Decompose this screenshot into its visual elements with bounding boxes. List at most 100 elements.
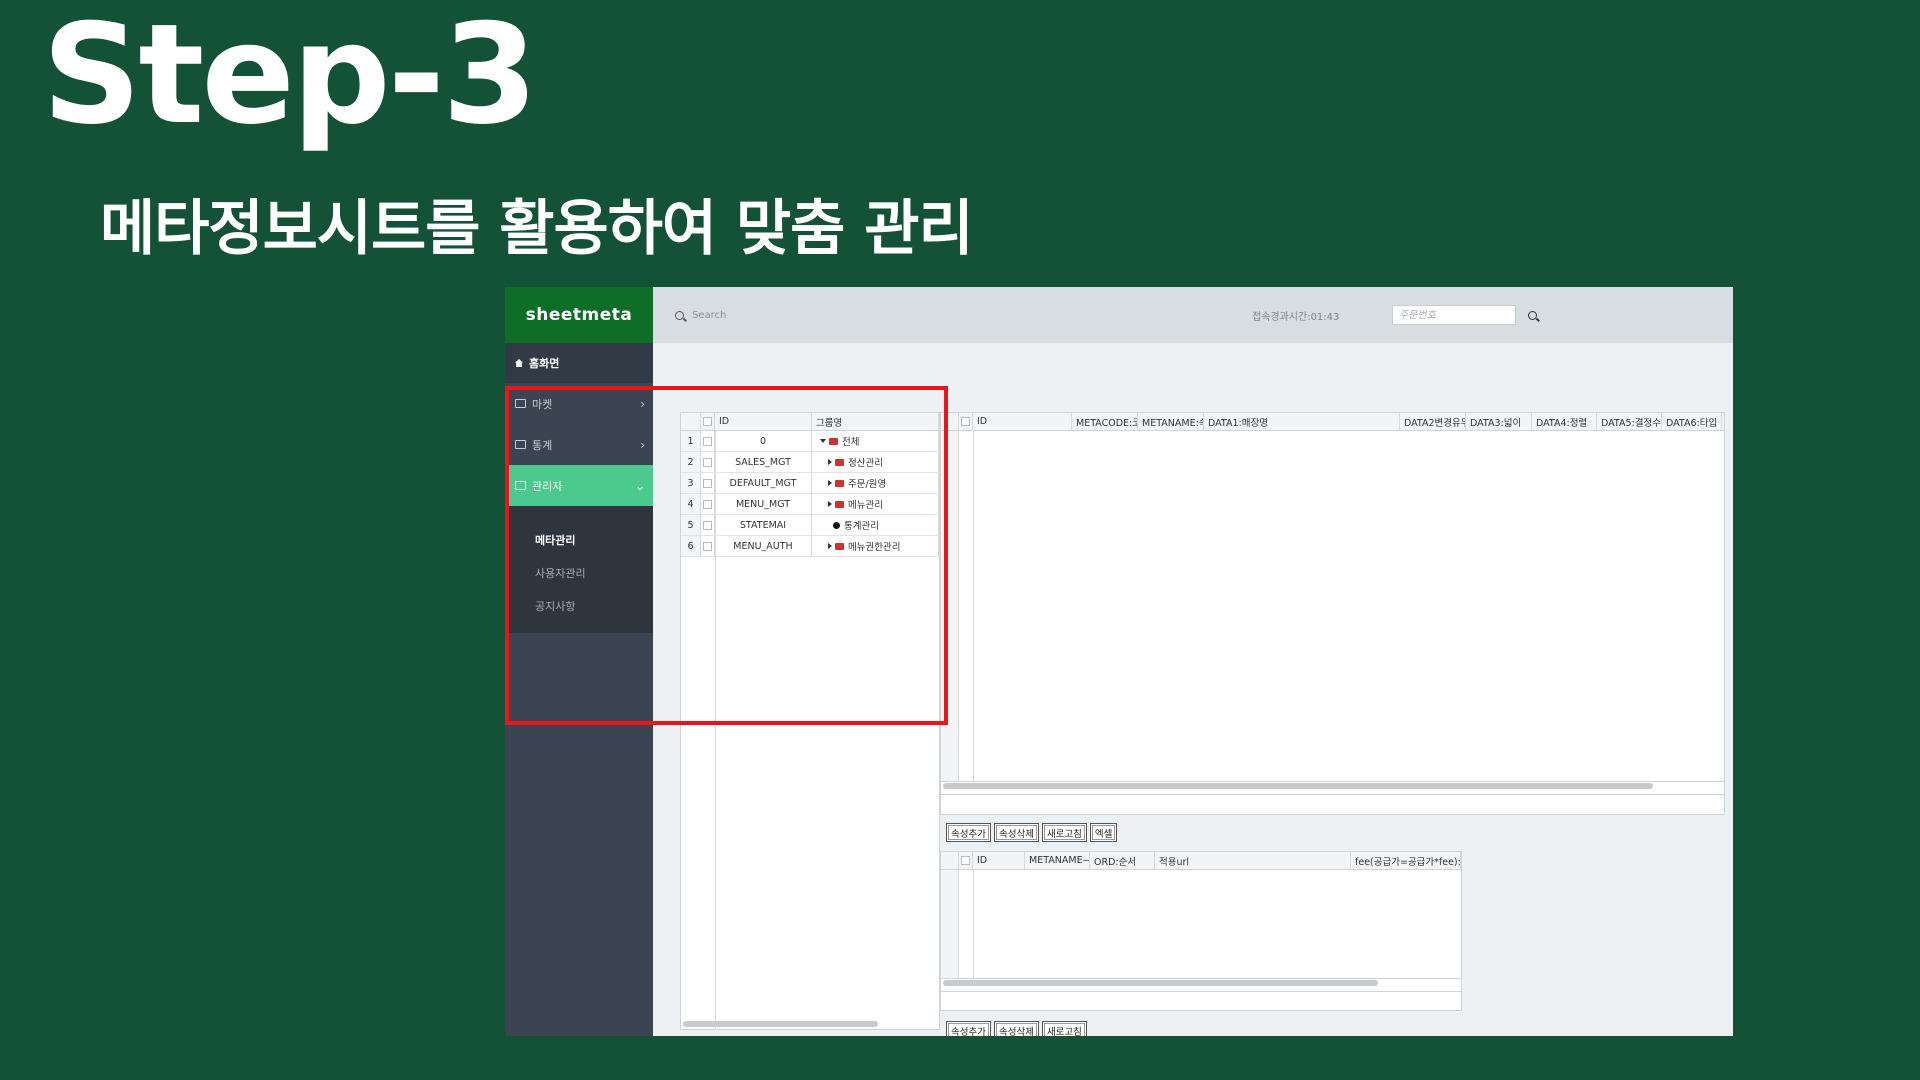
- row-checkbox[interactable]: [703, 436, 712, 446]
- cell-group-name[interactable]: 정산관리: [812, 452, 939, 472]
- expand-arrow-icon[interactable]: [828, 501, 832, 507]
- chevron-right-icon: ›: [640, 437, 645, 452]
- column-header[interactable]: METANAME—: [1025, 852, 1090, 869]
- app-logo[interactable]: sheetmeta: [505, 287, 653, 343]
- column-header[interactable]: ID: [973, 413, 1072, 430]
- submenu-item-meta[interactable]: 메타관리: [505, 524, 653, 557]
- column-header[interactable]: METANAME:속성: [1138, 413, 1204, 430]
- column-header[interactable]: DATA3:넓이: [1466, 413, 1532, 430]
- horizontal-scrollbar[interactable]: [943, 980, 1378, 986]
- sidebar-item-stats[interactable]: 통계 ›: [505, 424, 653, 465]
- row-number: 1: [681, 431, 701, 451]
- refresh-button[interactable]: 새로고침: [1041, 1021, 1087, 1036]
- row-checkbox[interactable]: [703, 457, 712, 467]
- expand-arrow-icon[interactable]: [820, 439, 826, 443]
- cell-id[interactable]: 0: [715, 431, 812, 451]
- column-header[interactable]: ORD:순서: [1090, 852, 1155, 869]
- column-header-id[interactable]: ID: [715, 413, 812, 430]
- grid-header: ID 그룹명: [681, 413, 939, 431]
- table-row[interactable]: 6 MENU_AUTH 메뉴권한관리: [681, 536, 939, 557]
- meta-toolbar: 속성추가 속성삭제 새로고침 엑셀: [946, 823, 1118, 842]
- add-attribute-button[interactable]: 속성추가: [946, 823, 991, 842]
- meta-detail-grid: ID METANAME— ORD:순서 적용url fee(공급가=공급가*fe…: [940, 851, 1462, 1011]
- row-number: 5: [681, 515, 701, 535]
- column-header[interactable]: DATA1:매장명: [1204, 413, 1400, 430]
- select-all-checkbox[interactable]: [961, 417, 970, 426]
- elapsed-time: 접속경과시간:01:43: [1252, 311, 1340, 323]
- sidebar-item-market[interactable]: 마켓 ›: [505, 383, 653, 424]
- folder-icon: [835, 500, 844, 508]
- group-grid: ID 그룹명 1 0 전체 2 SALES_MGT 정산관리 3 DEFAULT_MGT 주문/…: [680, 412, 940, 1030]
- cell-id[interactable]: DEFAULT_MGT: [715, 473, 812, 493]
- column-header[interactable]: ID: [973, 852, 1025, 869]
- expand-arrow-icon[interactable]: [828, 459, 832, 465]
- submenu-item-notice[interactable]: 공지사항: [505, 590, 653, 623]
- cell-group-name[interactable]: 주문/원영: [812, 473, 939, 493]
- column-header-group-name[interactable]: 그룹명: [812, 413, 939, 430]
- sidebar-item-admin[interactable]: 관리자 ⌄: [505, 465, 653, 506]
- slide-title: Step-3: [42, 0, 538, 155]
- group-name-label: 정산관리: [848, 458, 883, 469]
- add-attribute-button[interactable]: 속성추가: [946, 1021, 991, 1036]
- row-number: 6: [681, 536, 701, 556]
- table-row[interactable]: 3 DEFAULT_MGT 주문/원영: [681, 473, 939, 494]
- search-icon[interactable]: [1528, 310, 1537, 320]
- cell-group-name[interactable]: 전체: [812, 431, 939, 451]
- horizontal-scrollbar[interactable]: [943, 783, 1653, 789]
- admin-submenu: 메타관리 사용자관리 공지사항: [505, 506, 653, 633]
- column-header[interactable]: fee(공급가=공급가*fee):주문: [1351, 852, 1461, 869]
- monitor-icon: [515, 399, 526, 408]
- expand-arrow-icon[interactable]: [828, 543, 832, 549]
- row-checkbox[interactable]: [703, 520, 712, 530]
- table-row[interactable]: 5 STATEMAI 통계관리: [681, 515, 939, 536]
- submenu-item-users[interactable]: 사용자관리: [505, 557, 653, 590]
- delete-attribute-button[interactable]: 속성삭제: [993, 1021, 1039, 1036]
- row-checkbox[interactable]: [703, 541, 712, 551]
- cell-id[interactable]: STATEMAI: [715, 515, 812, 535]
- folder-icon: [835, 542, 844, 550]
- sidebar-item-label: 관리자: [532, 479, 563, 493]
- cell-group-name[interactable]: 통계관리: [812, 515, 939, 535]
- horizontal-scrollbar[interactable]: [683, 1021, 878, 1027]
- folder-icon: [835, 479, 844, 487]
- cell-id[interactable]: MENU_AUTH: [715, 536, 812, 556]
- sidebar-item-home[interactable]: 홈화면: [505, 343, 653, 383]
- select-all-checkbox[interactable]: [961, 856, 970, 865]
- cell-id[interactable]: SALES_MGT: [715, 452, 812, 472]
- row-number: 3: [681, 473, 701, 493]
- grid-body: 1 0 전체 2 SALES_MGT 정산관리 3 DEFAULT_MGT 주문/원영 4 MENU…: [681, 431, 939, 557]
- monitor-icon: [515, 481, 526, 490]
- table-row[interactable]: 2 SALES_MGT 정산관리: [681, 452, 939, 473]
- refresh-button[interactable]: 새로고침: [1041, 823, 1087, 842]
- row-checkbox[interactable]: [703, 478, 712, 488]
- search-icon[interactable]: [675, 310, 684, 320]
- search-input[interactable]: Search: [692, 310, 1252, 321]
- cell-group-name[interactable]: 메뉴관리: [812, 494, 939, 514]
- app-window: sheetmeta 홈화면 마켓 › 통계 › 관리자 ⌄ 메타관리 사용자관리…: [505, 287, 1733, 1036]
- grid-header: ID METANAME— ORD:순서 적용url fee(공급가=공급가*fe…: [941, 852, 1461, 870]
- chevron-right-icon: ›: [640, 396, 645, 411]
- excel-button[interactable]: 엑셀: [1089, 823, 1118, 842]
- column-header[interactable]: DATA2변경유무: [1400, 413, 1466, 430]
- select-all-checkbox[interactable]: [703, 417, 712, 426]
- column-header[interactable]: DATA4:정렬: [1532, 413, 1597, 430]
- table-row[interactable]: 4 MENU_MGT 메뉴관리: [681, 494, 939, 515]
- group-name-label: 통계관리: [844, 521, 879, 532]
- column-header[interactable]: DATA5:결정수: [1597, 413, 1662, 430]
- folder-icon: [829, 437, 838, 445]
- meta-grid: ID METACODE:코드 METANAME:속성 DATA1:매장명 DAT…: [940, 412, 1725, 815]
- folder-icon: [835, 458, 844, 466]
- chevron-down-icon: ⌄: [634, 478, 645, 493]
- order-number-input[interactable]: 주문번호: [1392, 305, 1516, 325]
- column-header[interactable]: METACODE:코드: [1072, 413, 1138, 430]
- table-row[interactable]: 1 0 전체: [681, 431, 939, 452]
- cell-group-name[interactable]: 메뉴권한관리: [812, 536, 939, 556]
- row-checkbox[interactable]: [703, 499, 712, 509]
- sidebar-item-label: 마켓: [532, 397, 553, 411]
- column-header[interactable]: 적용url: [1155, 852, 1351, 869]
- expand-arrow-icon[interactable]: [828, 480, 832, 486]
- delete-attribute-button[interactable]: 속성삭제: [993, 823, 1039, 842]
- row-number: 2: [681, 452, 701, 472]
- cell-id[interactable]: MENU_MGT: [715, 494, 812, 514]
- column-header[interactable]: DATA6:타입: [1662, 413, 1722, 430]
